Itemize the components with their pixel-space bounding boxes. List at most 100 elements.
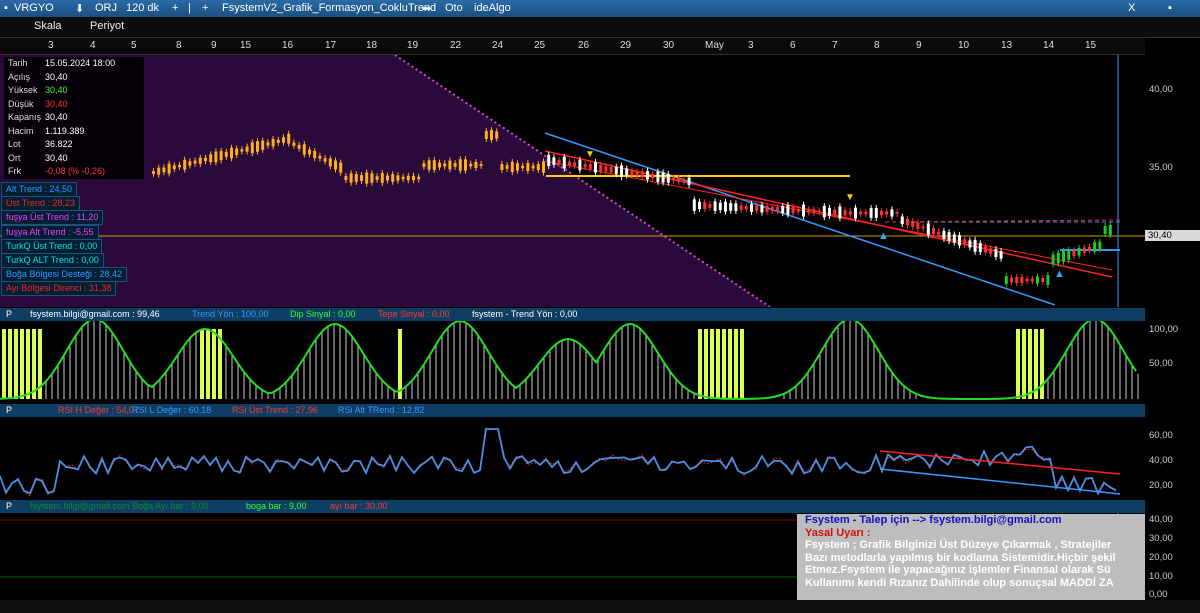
date-label: 4 — [90, 40, 96, 51]
candle-body — [1020, 276, 1024, 284]
rsi-pane[interactable] — [0, 417, 1145, 499]
pane2-p[interactable]: P — [6, 309, 12, 319]
candle-body — [339, 162, 343, 173]
note-line-4: Bazı metodlarla yapılmış bir kodlama Sis… — [805, 551, 1116, 564]
candle-body — [438, 162, 441, 168]
candle-body — [547, 154, 551, 166]
candle-body — [999, 251, 1003, 259]
window-menu-icon[interactable]: ▪ — [1168, 2, 1172, 14]
candle-body — [235, 148, 239, 155]
formula-button[interactable]: + — [202, 2, 208, 14]
candle-body — [334, 160, 337, 170]
bar-axis-0: 0,00 — [1149, 589, 1168, 600]
sell-arrow-2: ▼ — [845, 192, 855, 203]
candle-body — [256, 141, 259, 152]
current-price-tag: 30,40 — [1145, 230, 1200, 241]
candle-body — [188, 161, 192, 166]
candle-body — [469, 163, 473, 167]
price-pane[interactable]: ▼ ▼ ▲ ▲ Tarih 15.05.2024 18:00 Açılış 30,40… — [0, 55, 1145, 307]
info-key: Açılış — [8, 71, 31, 82]
trend-legend-item: TurkQ Üst Trend : 0,00 — [1, 238, 103, 254]
pane3-p[interactable]: P — [6, 405, 12, 415]
candle-body — [505, 165, 509, 169]
info-value: 30,40 — [45, 98, 68, 109]
bar-button[interactable]: | — [188, 2, 191, 14]
candle-body — [1056, 252, 1060, 264]
candle-body — [386, 175, 389, 181]
candle-body — [724, 201, 727, 212]
brand-label[interactable]: ideAlgo — [474, 2, 511, 14]
note-line-3: Fsystem ; Grafik Bilginizi Üst Düzeye Çı… — [805, 539, 1112, 551]
candle-body — [464, 159, 467, 171]
candle-body — [193, 160, 197, 164]
date-label: 16 — [282, 40, 294, 51]
menu-period[interactable]: Periyot — [90, 20, 124, 32]
info-key: Hacim — [8, 125, 34, 136]
candle-body — [542, 161, 545, 173]
oscillator-pane[interactable] — [0, 321, 1145, 403]
candle-body — [344, 176, 348, 180]
pane4-p[interactable]: P — [6, 501, 12, 511]
date-label: 8 — [874, 40, 880, 51]
download-icon[interactable]: ⬇ — [75, 2, 84, 15]
formula-label[interactable]: FsystemV2_Grafik_Formasyon_CokluTrend — [222, 2, 436, 14]
candle-body — [1046, 275, 1050, 285]
candle-body — [224, 151, 228, 157]
candle-body — [640, 171, 644, 178]
collapse-icon[interactable]: ▪ — [4, 2, 8, 14]
candle-body — [427, 160, 431, 170]
axis-label-35: 35,00 — [1149, 162, 1173, 173]
info-key: Frk — [8, 166, 21, 176]
rsi-chart — [0, 428, 1121, 497]
mode-label[interactable]: ORJ — [95, 2, 117, 14]
candle-body — [250, 142, 254, 154]
candle-body — [360, 175, 363, 181]
candle-body — [989, 248, 993, 255]
candle-body — [204, 157, 207, 162]
plus-button[interactable]: + — [172, 2, 178, 14]
candle-body — [526, 162, 530, 172]
candle-body — [812, 209, 816, 213]
date-label: 5 — [131, 40, 137, 51]
bar-axis-40: 40,00 — [1149, 514, 1173, 525]
date-label: 14 — [1043, 40, 1055, 51]
auto-label[interactable]: Oto — [445, 2, 463, 14]
oscillator-chart — [0, 321, 1139, 400]
candle-body — [261, 140, 265, 150]
candle-body — [443, 163, 447, 167]
info-row: Açılış 30,40 — [8, 71, 119, 85]
candle-body — [937, 231, 941, 235]
arrow-right-icon[interactable]: ➡ — [422, 2, 431, 15]
candle-body — [916, 222, 920, 229]
info-row: Yüksek 30,40 — [8, 84, 119, 98]
candle-body — [495, 131, 499, 139]
sell-arrow-1: ▼ — [585, 149, 595, 160]
candle-body — [1010, 277, 1013, 283]
buy-arrow-1: ▲ — [878, 230, 889, 242]
menu-scale[interactable]: Skala — [34, 20, 62, 32]
candle-body — [890, 209, 894, 217]
candle-body — [1093, 242, 1097, 252]
candle-body — [1041, 277, 1045, 283]
candle-body — [1025, 278, 1029, 282]
candle-body — [942, 230, 946, 239]
date-label: 7 — [832, 40, 838, 51]
candle-body — [968, 240, 972, 248]
date-label: 10 — [958, 40, 970, 51]
date-label: 25 — [534, 40, 546, 51]
note-line-1: Fsystem - Talep için --> fsystem.bilgi@g… — [805, 514, 1062, 526]
indicator-header-1: P fsystem.bilgi@gmail.com : 99,46 Trend … — [0, 308, 1145, 321]
candle-body — [770, 206, 774, 212]
candle-body — [167, 163, 171, 174]
candle-body — [864, 211, 868, 215]
pane2-tepe: Tepe Sinyal : 0,00 — [378, 309, 450, 319]
trend-legend-item: fuşya Alt Trend : -5,55 — [1, 224, 99, 240]
candle-body — [516, 163, 519, 171]
rsi-axis-40: 40,00 — [1149, 455, 1173, 466]
close-icon[interactable]: X — [1128, 2, 1135, 14]
info-key: Lot — [8, 139, 21, 149]
symbol-label[interactable]: VRGYO — [14, 2, 54, 14]
candle-body — [557, 159, 561, 164]
period-label[interactable]: 120 dk — [126, 2, 159, 14]
candle-body — [692, 199, 696, 211]
